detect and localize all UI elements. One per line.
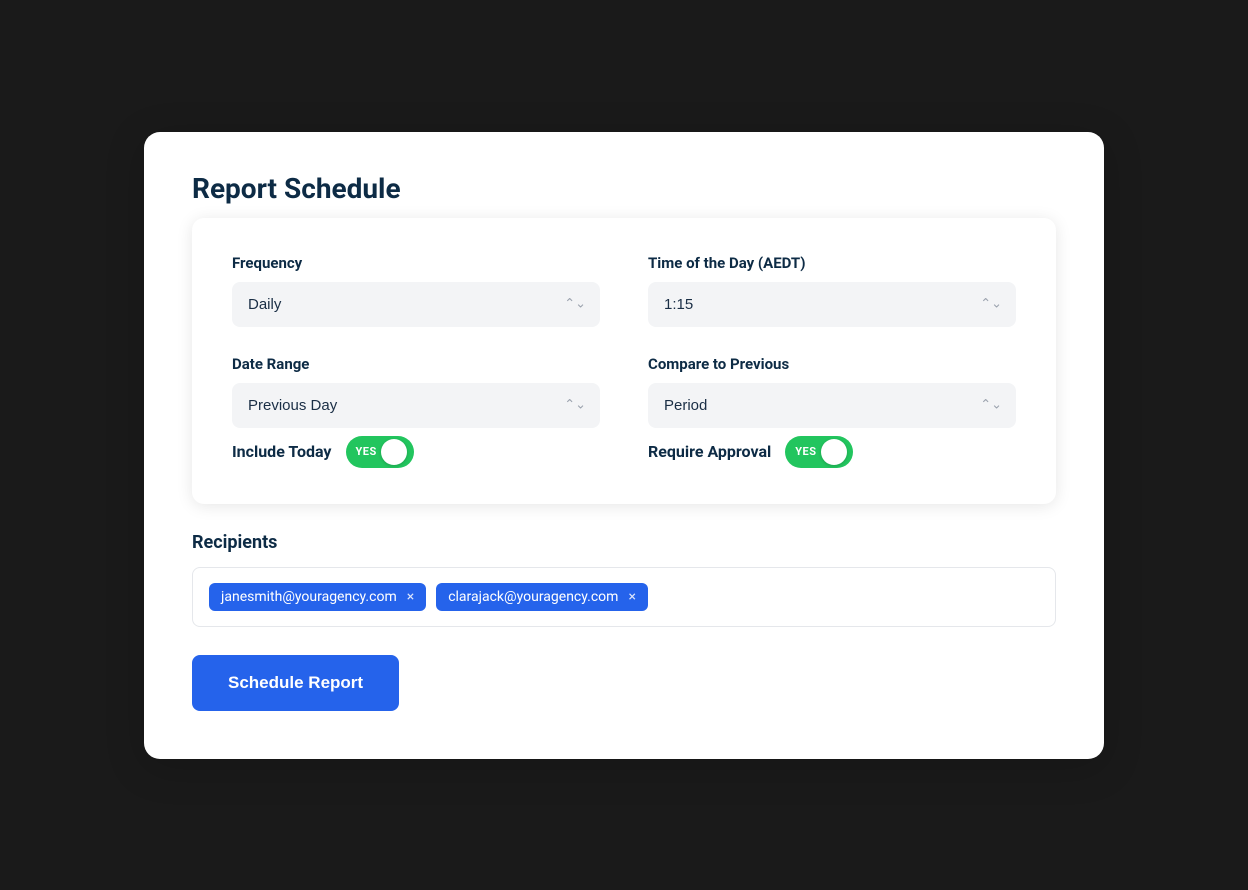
recipients-label: Recipients: [192, 532, 1056, 553]
include-today-label: Include Today: [232, 442, 332, 461]
recipient-email-2: clarajack@youragency.com: [448, 589, 618, 605]
time-group: Time of the Day (AEDT) 1:15 2:00 3:00 ⌃︎…: [648, 254, 1016, 327]
compare-select[interactable]: Period Week Month: [648, 383, 1016, 428]
date-range-group: Date Range Previous Day Last 7 Days Last…: [232, 355, 600, 428]
time-label: Time of the Day (AEDT): [648, 254, 1016, 272]
time-select[interactable]: 1:15 2:00 3:00: [648, 282, 1016, 327]
require-approval-yes-text: YES: [795, 445, 816, 458]
frequency-group: Frequency Daily Weekly Monthly ⌃︎⌄: [232, 254, 600, 327]
date-range-select[interactable]: Previous Day Last 7 Days Last 30 Days: [232, 383, 600, 428]
recipient-tag-2: clarajack@youragency.com ×: [436, 583, 648, 611]
page-title: Report Schedule: [192, 172, 1056, 205]
recipient-remove-1[interactable]: ×: [407, 590, 414, 604]
compare-label: Compare to Previous: [648, 355, 1016, 373]
compare-group: Compare to Previous Period Week Month ⌃︎…: [648, 355, 1016, 428]
require-approval-toggle[interactable]: YES: [785, 436, 853, 468]
recipient-tag-1: janesmith@youragency.com ×: [209, 583, 426, 611]
recipients-input-area[interactable]: janesmith@youragency.com × clarajack@you…: [192, 567, 1056, 627]
recipient-email-1: janesmith@youragency.com: [221, 589, 397, 605]
recipient-remove-2[interactable]: ×: [628, 590, 635, 604]
require-approval-circle: [821, 439, 847, 465]
time-select-wrapper: 1:15 2:00 3:00 ⌃︎⌄: [648, 282, 1016, 327]
include-today-row: Include Today YES: [232, 436, 600, 468]
schedule-report-button[interactable]: Schedule Report: [192, 655, 399, 711]
compare-select-wrapper: Period Week Month ⌃︎⌄: [648, 383, 1016, 428]
toggles-row: Include Today YES Require Approval YES: [232, 436, 1016, 468]
outer-card: Report Schedule Frequency Daily Weekly M…: [144, 132, 1104, 759]
include-today-yes-text: YES: [356, 445, 377, 458]
inner-card: Frequency Daily Weekly Monthly ⌃︎⌄ Time …: [192, 218, 1056, 504]
include-today-toggle[interactable]: YES: [346, 436, 414, 468]
frequency-select[interactable]: Daily Weekly Monthly: [232, 282, 600, 327]
date-range-label: Date Range: [232, 355, 600, 373]
require-approval-row: Require Approval YES: [648, 436, 1016, 468]
require-approval-label: Require Approval: [648, 442, 771, 461]
include-today-circle: [381, 439, 407, 465]
frequency-select-wrapper: Daily Weekly Monthly ⌃︎⌄: [232, 282, 600, 327]
date-range-select-wrapper: Previous Day Last 7 Days Last 30 Days ⌃︎…: [232, 383, 600, 428]
form-grid: Frequency Daily Weekly Monthly ⌃︎⌄ Time …: [232, 254, 1016, 428]
recipients-section: Recipients janesmith@youragency.com × cl…: [192, 532, 1056, 711]
frequency-label: Frequency: [232, 254, 600, 272]
